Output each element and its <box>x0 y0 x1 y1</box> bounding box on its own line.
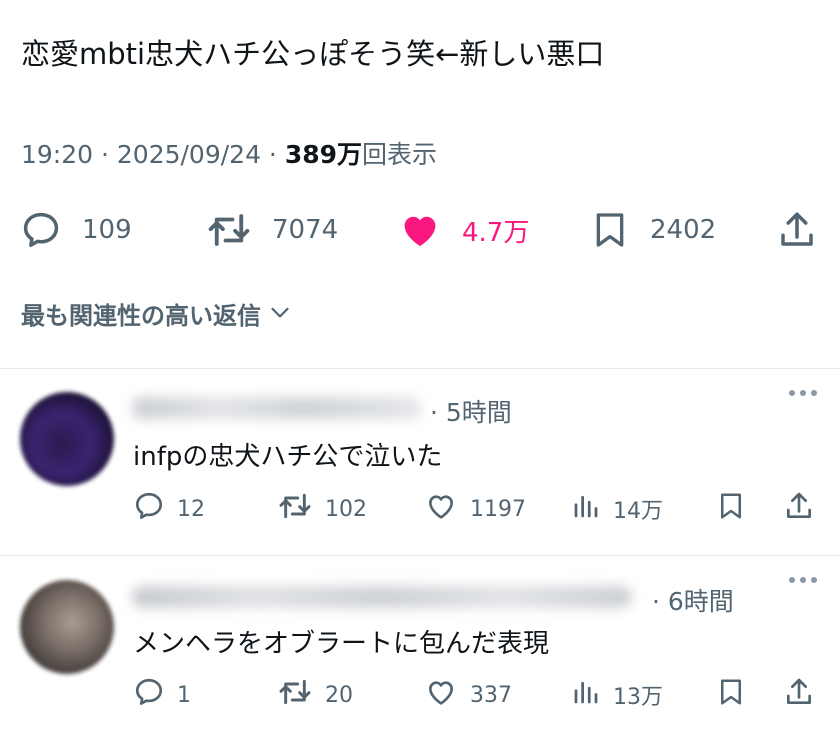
reply-bookmark-button[interactable] <box>716 677 746 713</box>
reply-like-button[interactable]: 1197 <box>424 491 526 527</box>
more-options-icon[interactable] <box>788 383 818 402</box>
reply-retweet-button[interactable]: 102 <box>277 491 367 527</box>
share-icon <box>783 490 815 528</box>
bookmark-button[interactable]: 2402 <box>590 205 716 255</box>
reply-share-button[interactable] <box>783 491 815 527</box>
heart-icon <box>424 676 458 714</box>
reply-item[interactable]: · 5時間 infpの忠犬ハチ公で泣いた 12 102 1197 14万 <box>0 369 840 539</box>
more-options-icon[interactable] <box>788 570 818 589</box>
view-label: 回表示 <box>362 140 438 169</box>
reply-count: 109 <box>82 215 132 245</box>
tweet-action-bar: 109 7074 4.7万 2402 <box>0 205 840 255</box>
view-count: 389万 <box>284 140 363 169</box>
reply-icon <box>133 490 165 528</box>
reply-button[interactable]: 109 <box>20 205 132 255</box>
chevron-down-icon <box>261 299 293 333</box>
heart-icon <box>424 490 458 528</box>
view-count: 14万 <box>613 499 663 524</box>
retweet-icon <box>206 209 252 251</box>
avatar[interactable] <box>20 580 114 674</box>
bar-chart-icon <box>571 676 601 714</box>
reply-reply-button[interactable]: 1 <box>133 677 191 713</box>
reply-icon <box>133 676 165 714</box>
reply-icon <box>20 209 62 251</box>
reply-time: · 6時間 <box>652 587 734 616</box>
reply-text: メンヘラをオブラートに包んだ表現 <box>133 629 550 659</box>
reply-time: · 5時間 <box>430 398 512 427</box>
reply-sort-dropdown[interactable]: 最も関連性の高い返信 <box>21 299 293 333</box>
retweet-icon <box>277 490 313 528</box>
tweet-text: 恋愛mbti忠犬ハチ公っぽそう笑←新しい悪口 <box>21 37 605 71</box>
bookmark-icon <box>590 209 630 251</box>
retweet-count: 102 <box>325 496 367 522</box>
reply-bookmark-button[interactable] <box>716 491 746 527</box>
view-count: 13万 <box>613 685 663 710</box>
bar-chart-icon <box>571 490 601 528</box>
bookmark-icon <box>716 676 746 714</box>
blurred-username <box>132 397 422 419</box>
share-button[interactable] <box>776 205 818 255</box>
reply-share-button[interactable] <box>783 677 815 713</box>
retweet-icon <box>277 676 313 714</box>
reply-reply-button[interactable]: 12 <box>133 491 205 527</box>
bookmark-icon <box>716 490 746 528</box>
reply-views-button[interactable]: 14万 <box>571 491 663 527</box>
retweet-count: 20 <box>325 682 353 708</box>
retweet-count: 7074 <box>272 215 339 245</box>
reply-text: infpの忠犬ハチ公で泣いた <box>133 442 443 472</box>
reply-item[interactable]: · 6時間 メンヘラをオブラートに包んだ表現 1 20 337 13万 <box>0 556 840 726</box>
reply-count: 12 <box>177 496 205 522</box>
tweet-meta: 19:20 · 2025/09/24 · 389万回表示 <box>21 139 437 171</box>
reply-views-button[interactable]: 13万 <box>571 677 663 713</box>
retweet-button[interactable]: 7074 <box>206 205 338 255</box>
reply-count: 1 <box>177 682 191 708</box>
like-count: 4.7万 <box>462 217 530 248</box>
reply-retweet-button[interactable]: 20 <box>277 677 353 713</box>
blurred-username <box>132 586 632 608</box>
like-button[interactable]: 4.7万 <box>398 205 529 255</box>
heart-filled-icon <box>398 209 442 251</box>
reply-like-button[interactable]: 337 <box>424 677 512 713</box>
bookmark-count: 2402 <box>650 215 717 245</box>
share-icon <box>776 209 818 251</box>
like-count: 337 <box>470 682 512 708</box>
tweet-timestamp[interactable]: 19:20 · 2025/09/24 · <box>21 140 285 169</box>
avatar[interactable] <box>20 392 114 486</box>
like-count: 1197 <box>470 496 526 522</box>
share-icon <box>783 676 815 714</box>
reply-sort-label: 最も関連性の高い返信 <box>21 302 261 330</box>
